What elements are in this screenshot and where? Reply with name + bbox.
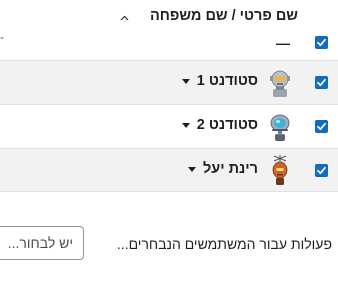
bulk-actions-label: פעולות עבור המשתמשים הנבחרים...	[116, 236, 332, 252]
chevron-down-icon[interactable]	[187, 167, 196, 172]
table-row: סטודנט 1	[0, 60, 338, 104]
student-name: סטודנט 2	[196, 117, 258, 133]
row-checkbox[interactable]	[315, 76, 328, 89]
sort-ascending-icon[interactable]	[120, 8, 129, 26]
row-checkbox[interactable]	[315, 164, 328, 177]
participants-table: שם פרטי / שם משפחה — - סטודנט 1 סטודנט 2…	[0, 0, 338, 192]
diver-robot-avatar-icon	[268, 113, 292, 143]
edge-dash: -	[0, 30, 4, 44]
name-column-header[interactable]: שם פרטי / שם משפחה	[150, 8, 298, 24]
student-name-link[interactable]: רינת יעל	[187, 161, 258, 177]
bulk-actions-select[interactable]: יש לבחור...	[0, 226, 84, 260]
row-checkbox[interactable]	[315, 120, 328, 133]
student-name: רינת יעל	[202, 161, 258, 177]
bulk-actions-bar: פעולות עבור המשתמשים הנבחרים... יש לבחור…	[0, 226, 338, 262]
student-name-link[interactable]: סטודנט 1	[181, 73, 258, 89]
chevron-down-icon[interactable]	[181, 123, 190, 128]
student-name: סטודנט 1	[196, 73, 258, 89]
table-header-row: שם פרטי / שם משפחה — -	[0, 0, 338, 60]
select-all-checkbox[interactable]	[315, 36, 328, 49]
antenna-robot-avatar-icon	[268, 153, 292, 187]
table-row: סטודנט 2	[0, 104, 338, 148]
header-dash: —	[276, 35, 290, 51]
bulk-actions-select-value: יש לבחור...	[7, 235, 73, 251]
student-name-link[interactable]: סטודנט 2	[181, 117, 258, 133]
participants-page: שם פרטי / שם משפחה — - סטודנט 1 סטודנט 2…	[0, 0, 338, 304]
chevron-down-icon[interactable]	[181, 79, 190, 84]
table-row: רינת יעל	[0, 148, 338, 192]
robot-avatar-icon	[268, 69, 292, 99]
